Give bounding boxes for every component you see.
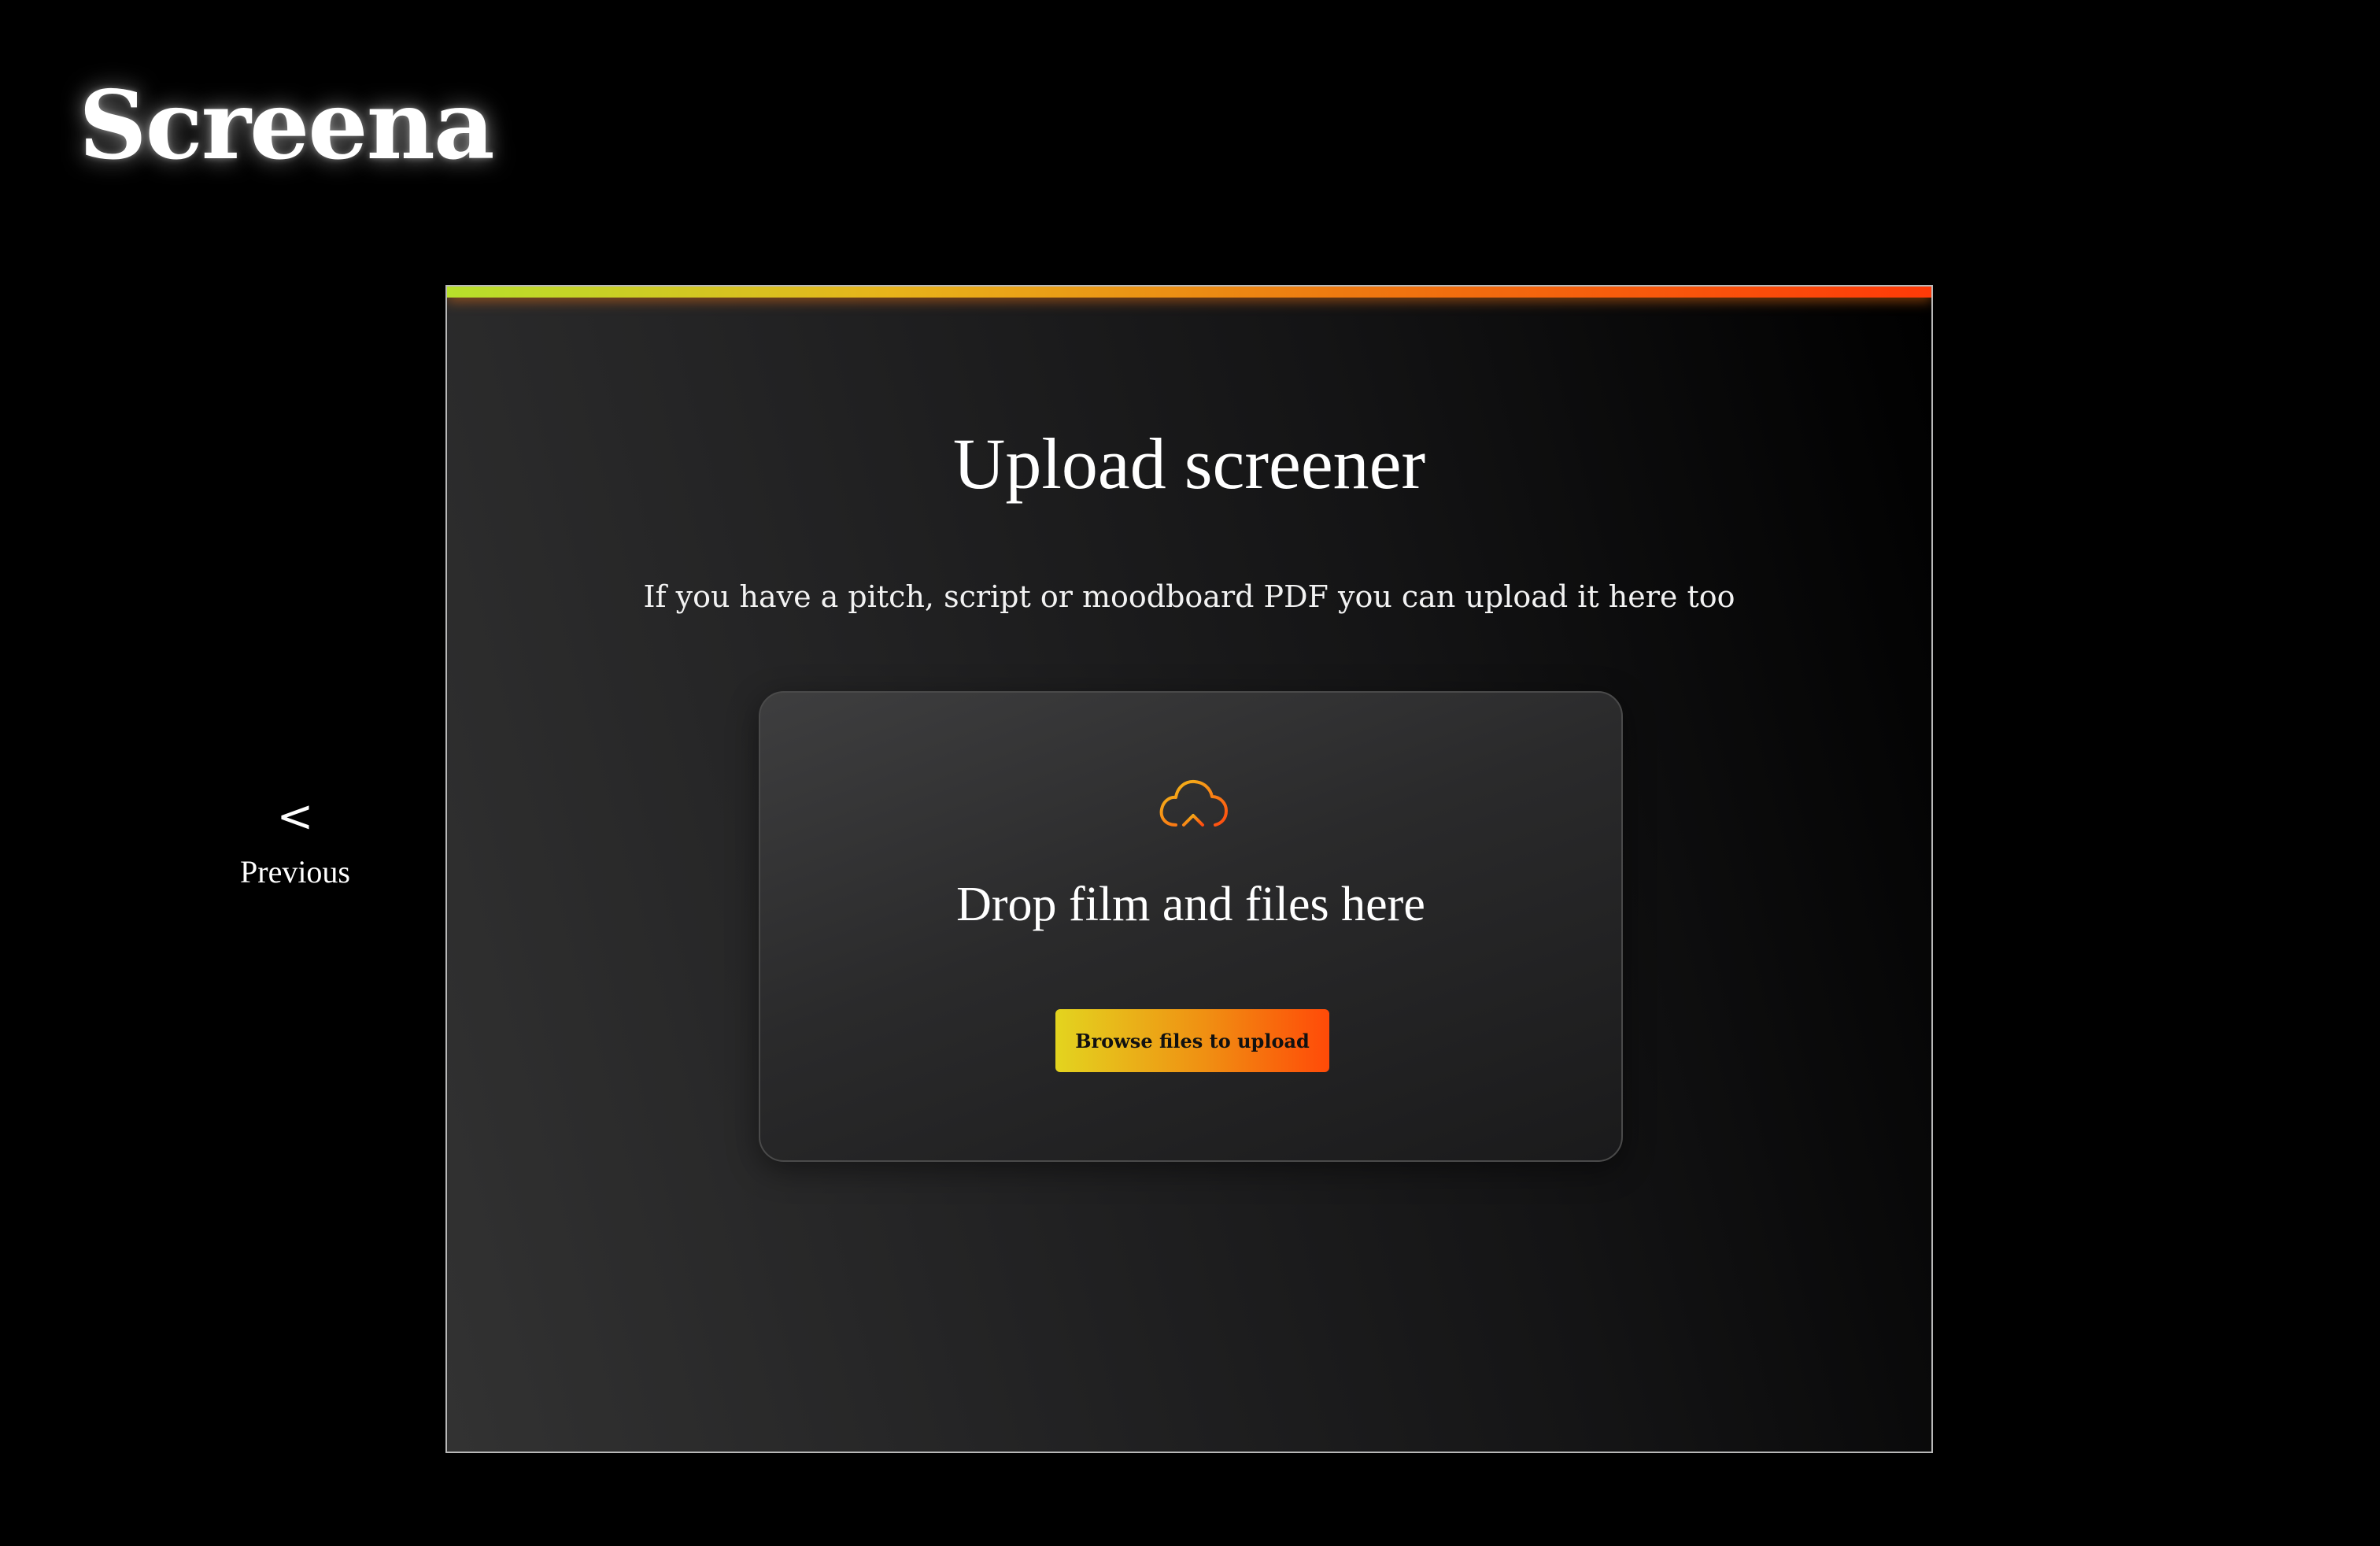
previous-label: Previous: [240, 854, 350, 890]
dropzone-text: Drop film and files here: [956, 878, 1425, 931]
page-subtitle: If you have a pitch, script or moodboard…: [643, 579, 1735, 614]
browse-files-button[interactable]: Browse files to upload: [1055, 1009, 1329, 1072]
app-logo[interactable]: Screena: [79, 79, 495, 173]
page-title: Upload screener: [952, 423, 1426, 504]
previous-button[interactable]: < Previous: [220, 795, 370, 890]
cloud-upload-icon: [1159, 779, 1228, 852]
upload-card: Upload screener If you have a pitch, scr…: [445, 285, 1933, 1453]
chevron-left-icon: <: [276, 791, 314, 842]
card-accent-bar: [447, 287, 1931, 298]
file-dropzone[interactable]: Drop film and files here Browse files to…: [759, 691, 1623, 1162]
